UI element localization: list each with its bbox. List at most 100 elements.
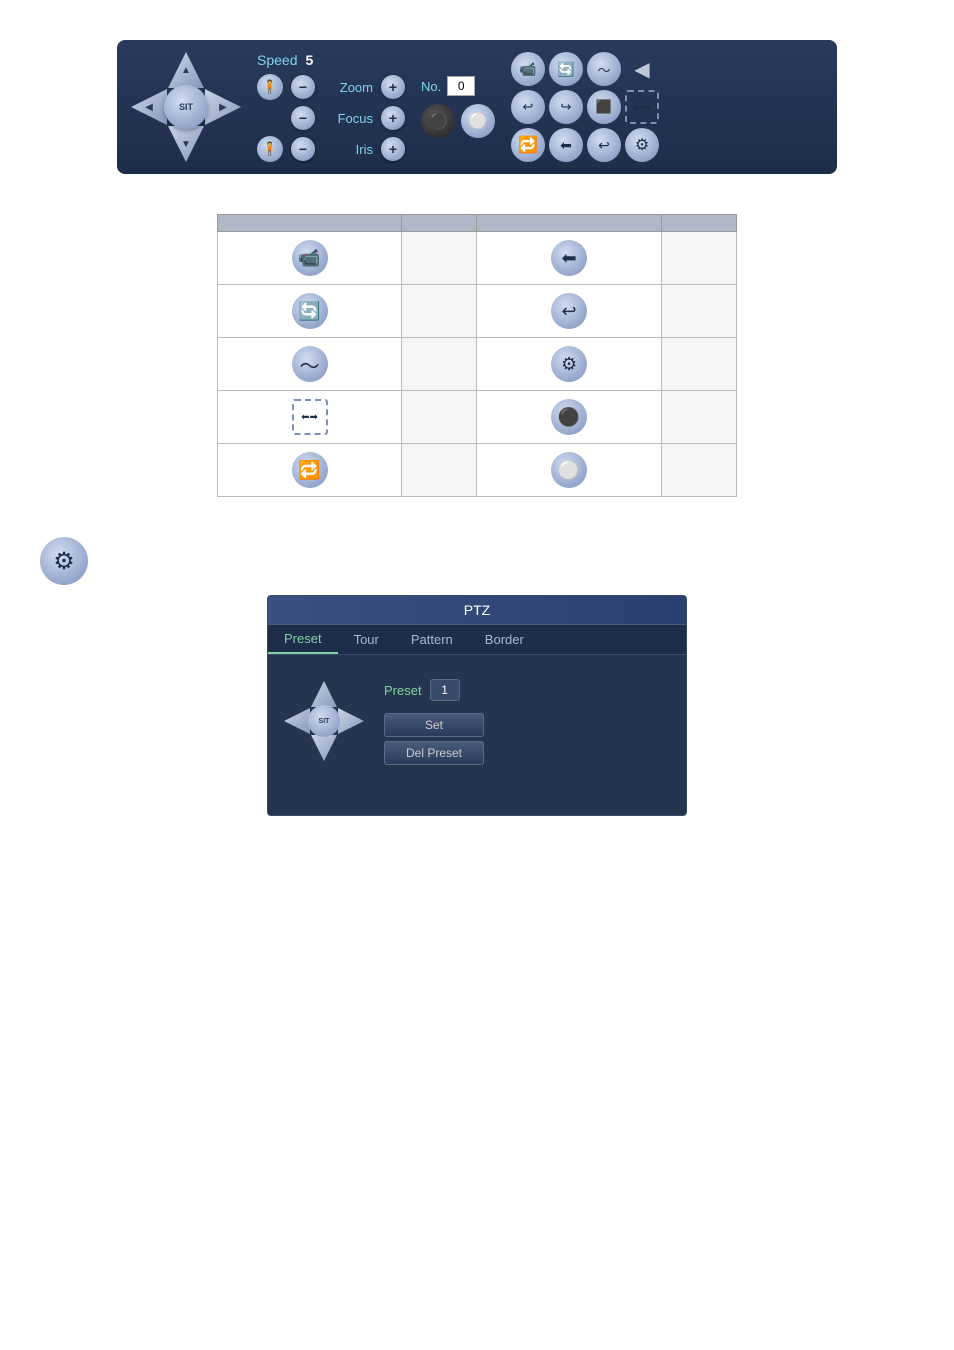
no-label: No. xyxy=(421,79,441,94)
waveform-icon[interactable]: 〜 xyxy=(587,52,621,86)
tab-tour[interactable]: Tour xyxy=(338,625,395,654)
black-circle-td-icon: ⚫ xyxy=(551,399,587,435)
iris-icon: 🧍 xyxy=(257,136,283,162)
camera-record-td-icon: 📹 xyxy=(292,240,328,276)
col-header-1 xyxy=(218,215,402,232)
waveform-td-icon: 〜 xyxy=(292,346,328,382)
table-cell-icon-9: 🔁 xyxy=(218,444,402,497)
table-row: 🔁 ⚪ xyxy=(218,444,737,497)
dpad-left-button[interactable]: ◀ xyxy=(131,89,167,125)
flip-td-icon: 🔄 xyxy=(292,293,328,329)
table-cell-desc-8 xyxy=(661,391,736,444)
expand-icon[interactable]: ⬅➡ xyxy=(625,90,659,124)
ptz-menu-panel: PTZ Preset Tour Pattern Border SIT Prese… xyxy=(267,595,687,816)
focus-label: Focus xyxy=(323,111,373,126)
table-cell-desc-9 xyxy=(402,444,477,497)
camera-record-icon[interactable]: 📹 xyxy=(511,52,545,86)
table-cell-desc-2 xyxy=(402,285,477,338)
table-cell-icon-2: 🔄 xyxy=(218,285,402,338)
ptz-menu-title: PTZ xyxy=(268,596,686,625)
mini-dpad-down[interactable] xyxy=(311,735,337,761)
ptz-menu-right: Preset Set Del Preset xyxy=(384,671,484,799)
directional-pad: ▲ ▼ ◀ ▶ SIT xyxy=(131,52,241,162)
ptz-mini-dpad: SIT xyxy=(284,681,364,761)
focus-plus-button[interactable]: + xyxy=(381,106,405,130)
undo-icon[interactable]: ↩ xyxy=(587,128,621,162)
preset-row: Preset xyxy=(384,679,484,701)
person-icon: 🧍 xyxy=(257,74,283,100)
gear-icon[interactable]: ⚙ xyxy=(625,128,659,162)
iris-row: 🧍 − Iris + xyxy=(257,136,405,162)
table-cell-desc-6 xyxy=(661,338,736,391)
gear-standalone-icon[interactable]: ⚙ xyxy=(40,537,88,585)
table-cell-icon-10: ⚪ xyxy=(477,444,661,497)
mini-dpad-left[interactable] xyxy=(284,708,310,734)
table-cell-icon-4: ↩ xyxy=(477,285,661,338)
zoom-label: Zoom xyxy=(323,80,373,95)
replay-td-icon: 🔁 xyxy=(292,452,328,488)
preset-buttons: Set Del Preset xyxy=(384,713,484,765)
del-preset-button[interactable]: Del Preset xyxy=(384,741,484,765)
right-arrow-icon[interactable]: ◀ xyxy=(625,52,659,86)
preset-label: Preset xyxy=(384,683,422,698)
iris-label: Iris xyxy=(323,142,373,157)
mini-dpad-right[interactable] xyxy=(338,708,364,734)
no-input[interactable] xyxy=(447,76,475,96)
zoom-minus-button[interactable]: − xyxy=(291,75,315,99)
table-cell-desc-3 xyxy=(661,232,736,285)
col-header-3 xyxy=(477,215,661,232)
left-right-icon[interactable]: ⬛ xyxy=(587,90,621,124)
set-button[interactable]: Set xyxy=(384,713,484,737)
preset-value-input[interactable] xyxy=(430,679,460,701)
mini-dpad-up[interactable] xyxy=(311,681,337,707)
no-row: No. xyxy=(421,76,475,96)
undo-td-icon: ↩ xyxy=(551,293,587,329)
reference-table: 📹 ⬅ 🔄 ↩ 〜 xyxy=(217,214,737,497)
ptz-menu-tabs: Preset Tour Pattern Border xyxy=(268,625,686,655)
dpad-down-button[interactable]: ▼ xyxy=(168,126,204,162)
zoom-focus-iris-controls: Speed 5 🧍 − Zoom + − Focus + 🧍 − Iris + xyxy=(257,52,405,162)
arrow-left-icon[interactable]: ⬅ xyxy=(549,128,583,162)
dpad-up-button[interactable]: ▲ xyxy=(168,52,204,88)
col-header-4 xyxy=(661,215,736,232)
focus-minus-button[interactable]: − xyxy=(291,106,315,130)
tab-pattern[interactable]: Pattern xyxy=(395,625,469,654)
mini-dpad-center[interactable]: SIT xyxy=(308,705,340,737)
button-icon-1[interactable]: ⚫ xyxy=(421,104,455,138)
tab-border[interactable]: Border xyxy=(469,625,540,654)
table-cell-icon-7: ⬅➡ xyxy=(218,391,402,444)
table-cell-icon-5: 〜 xyxy=(218,338,402,391)
table-row: 〜 ⚙ xyxy=(218,338,737,391)
dpad-center-button[interactable]: SIT xyxy=(164,85,208,129)
ptz-menu-body: SIT Preset Set Del Preset xyxy=(268,655,686,815)
table-row: 📹 ⬅ xyxy=(218,232,737,285)
table-cell-icon-8: ⚫ xyxy=(477,391,661,444)
iris-minus-button[interactable]: − xyxy=(291,137,315,161)
left-arrow-td-icon: ⬅ xyxy=(551,240,587,276)
table-cell-desc-10 xyxy=(661,444,736,497)
col-header-2 xyxy=(402,215,477,232)
tour-icon[interactable]: ↩ xyxy=(511,90,545,124)
dpad-right-button[interactable]: ▶ xyxy=(205,89,241,125)
zoom-plus-button[interactable]: + xyxy=(381,75,405,99)
gear-td-icon: ⚙ xyxy=(551,346,587,382)
gear-standalone-section: ⚙ xyxy=(40,537,914,585)
iris-plus-button[interactable]: + xyxy=(381,137,405,161)
table-cell-icon-3: ⬅ xyxy=(477,232,661,285)
table-cell-icon-6: ⚙ xyxy=(477,338,661,391)
flip-icon[interactable]: 🔄 xyxy=(549,52,583,86)
return-icon[interactable]: ↪ xyxy=(549,90,583,124)
reference-table-container: 📹 ⬅ 🔄 ↩ 〜 xyxy=(217,214,737,497)
table-row: 🔄 ↩ xyxy=(218,285,737,338)
table-row: ⬅➡ ⚫ xyxy=(218,391,737,444)
table-cell-desc-4 xyxy=(661,285,736,338)
speed-value: 5 xyxy=(305,52,313,68)
table-cell-desc-1 xyxy=(402,232,477,285)
icon-grid: 📹 🔄 〜 ◀ ↩ ↪ ⬛ ⬅➡ 🔁 ⬅ ↩ ⚙ xyxy=(511,52,659,162)
tab-preset[interactable]: Preset xyxy=(268,625,338,654)
replay-icon[interactable]: 🔁 xyxy=(511,128,545,162)
focus-row: − Focus + xyxy=(257,106,405,130)
button-icon-2[interactable]: ⚪ xyxy=(461,104,495,138)
speed-label: Speed xyxy=(257,52,297,68)
table-cell-desc-5 xyxy=(402,338,477,391)
